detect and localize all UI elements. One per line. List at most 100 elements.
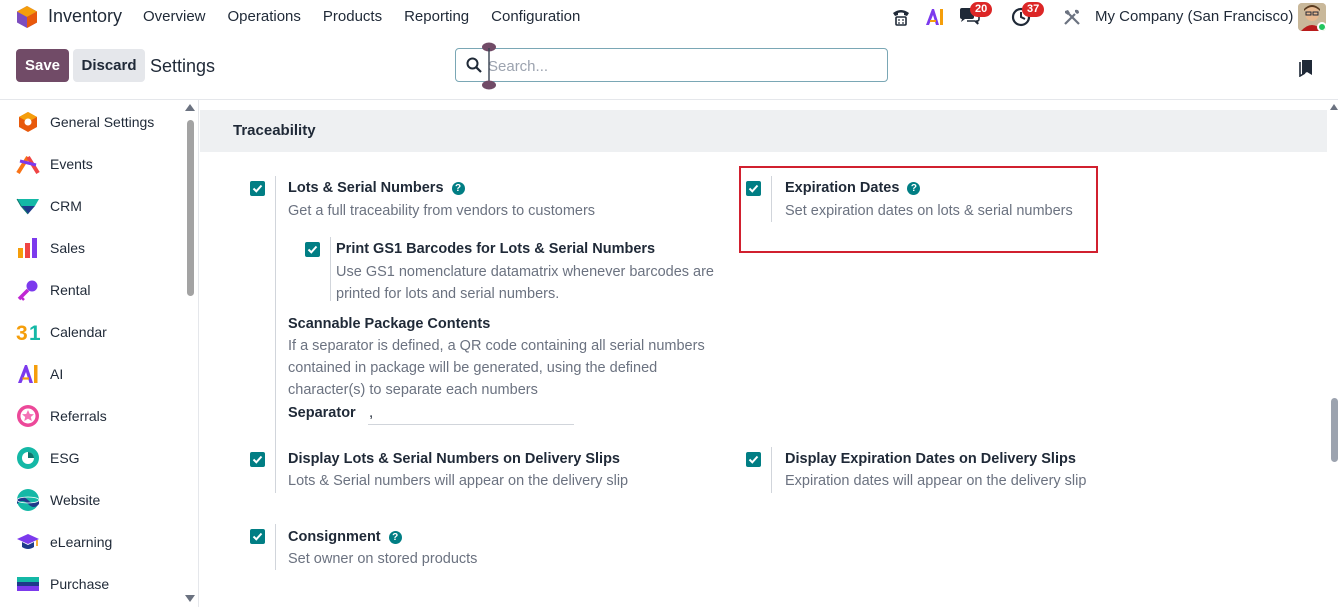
messages-icon[interactable]: 20 [958, 2, 993, 28]
purchase-icon [16, 572, 40, 596]
calendar-icon: 31 [16, 320, 40, 344]
svg-text:1: 1 [29, 322, 40, 343]
display-lots-checkbox[interactable] [250, 452, 265, 467]
checkmark-icon [307, 245, 318, 254]
sidebar-item-label: Referrals [50, 408, 107, 424]
sidebar-item-ai[interactable]: AI [16, 359, 186, 389]
sidebar-item-crm[interactable]: CRM [16, 191, 186, 221]
menu-overview[interactable]: Overview [143, 8, 206, 25]
esg-icon [16, 446, 40, 470]
sidebar-scroll-down-icon[interactable] [185, 595, 195, 602]
sidebar-item-label: Calendar [50, 324, 107, 340]
gs1-barcodes-checkbox[interactable] [305, 242, 320, 257]
referrals-icon [16, 404, 40, 428]
display-expiration-title: Display Expiration Dates on Delivery Sli… [785, 451, 1076, 467]
page-title: Settings [150, 56, 216, 76]
checkmark-icon [252, 184, 263, 193]
discard-button[interactable]: Discard [73, 49, 145, 82]
settings-sidebar: General Settings Events CRM Sales Rental… [0, 100, 199, 607]
setting-divider [771, 447, 772, 493]
activities-badge: 37 [1022, 2, 1045, 17]
rental-icon [16, 278, 40, 302]
setting-divider [275, 447, 276, 493]
sidebar-item-purchase[interactable]: Purchase [16, 569, 186, 599]
setting-divider [275, 176, 276, 460]
sidebar-item-esg[interactable]: ESG [16, 443, 186, 473]
menu-configuration[interactable]: Configuration [491, 8, 580, 25]
content-scrollbar[interactable] [1331, 398, 1338, 462]
ai-icon[interactable] [924, 6, 946, 28]
save-button[interactable]: Save [16, 49, 69, 82]
consignment-checkbox[interactable] [250, 529, 265, 544]
checkmark-icon [748, 184, 759, 193]
user-avatar[interactable] [1298, 3, 1326, 31]
elearning-icon [16, 530, 40, 554]
help-icon[interactable]: ? [907, 182, 921, 195]
help-icon[interactable]: ? [388, 531, 402, 544]
expiration-dates-desc: Set expiration dates on lots & serial nu… [785, 203, 1073, 219]
sidebar-item-label: Events [50, 156, 93, 172]
search-input[interactable] [488, 56, 868, 76]
menu-operations[interactable]: Operations [228, 8, 301, 25]
lots-serial-desc: Get a full traceability from vendors to … [288, 203, 596, 219]
gs1-barcodes-desc: Use GS1 nomenclature datamatrix whenever… [336, 264, 714, 302]
menu-products[interactable]: Products [323, 8, 382, 25]
display-lots-title: Display Lots & Serial Numbers on Deliver… [288, 451, 620, 467]
main-menu: Overview Operations Products Reporting C… [143, 8, 602, 25]
sidebar-item-sales[interactable]: Sales [16, 233, 186, 263]
activities-icon[interactable]: 37 [1010, 2, 1045, 28]
display-expiration-desc: Expiration dates will appear on the deli… [785, 473, 1087, 489]
sidebar-item-elearning[interactable]: eLearning [16, 527, 186, 557]
messages-badge: 20 [970, 2, 993, 17]
svg-text:3: 3 [16, 322, 28, 343]
sidebar-item-events[interactable]: Events [16, 149, 186, 179]
app-name[interactable]: Inventory [48, 6, 122, 27]
gs1-barcodes-title: Print GS1 Barcodes for Lots & Serial Num… [336, 241, 656, 257]
sidebar-item-label: General Settings [50, 114, 155, 130]
consignment-desc: Set owner on stored products [288, 551, 478, 567]
scannable-package-title: Scannable Package Contents [288, 316, 491, 332]
website-icon [16, 488, 40, 512]
tools-icon[interactable] [1061, 6, 1083, 28]
setting-divider [275, 524, 276, 570]
search-box[interactable] [455, 48, 888, 82]
ai-icon [16, 362, 40, 386]
top-navbar: Inventory Overview Operations Products R… [0, 0, 1338, 34]
inventory-app-icon[interactable] [16, 5, 38, 29]
sidebar-item-rental[interactable]: Rental [16, 275, 186, 305]
sidebar-item-website[interactable]: Website [16, 485, 186, 515]
section-title: Traceability [233, 122, 316, 139]
sidebar-item-label: CRM [50, 198, 82, 214]
sidebar-scroll-up-icon[interactable] [185, 104, 195, 111]
sidebar-scrollbar[interactable] [187, 120, 194, 296]
separator-input[interactable] [368, 401, 574, 425]
consignment-title: Consignment? [288, 529, 402, 545]
lots-serial-title: Lots & Serial Numbers? [288, 180, 465, 196]
sidebar-item-label: Website [50, 492, 101, 508]
general-settings-icon [16, 110, 40, 134]
search-icon [466, 57, 482, 73]
sidebar-item-label: Purchase [50, 576, 110, 592]
sidebar-item-label: Rental [50, 282, 91, 298]
expiration-dates-title: Expiration Dates? [785, 180, 921, 196]
scannable-package-desc: If a separator is defined, a QR code con… [288, 338, 705, 398]
separator-label: Separator [288, 405, 356, 421]
phone-icon[interactable] [890, 6, 912, 28]
sidebar-item-general-settings[interactable]: General Settings [16, 107, 186, 137]
help-icon[interactable]: ? [451, 182, 465, 195]
company-switcher[interactable]: My Company (San Francisco) [1095, 8, 1293, 25]
events-icon [16, 152, 40, 176]
sidebar-item-label: eLearning [50, 534, 113, 550]
content-scroll-up-icon[interactable] [1330, 104, 1338, 110]
sidebar-item-referrals[interactable]: Referrals [16, 401, 186, 431]
sidebar-item-calendar[interactable]: 31 Calendar [16, 317, 186, 347]
lots-serial-checkbox[interactable] [250, 181, 265, 196]
menu-reporting[interactable]: Reporting [404, 8, 469, 25]
favorites-icon[interactable] [1299, 59, 1313, 77]
display-expiration-checkbox[interactable] [746, 452, 761, 467]
setting-divider [771, 176, 772, 222]
text-cursor-icon [482, 42, 496, 90]
expiration-dates-checkbox[interactable] [746, 181, 761, 196]
sidebar-item-label: ESG [50, 450, 80, 466]
sidebar-item-label: AI [50, 366, 64, 382]
